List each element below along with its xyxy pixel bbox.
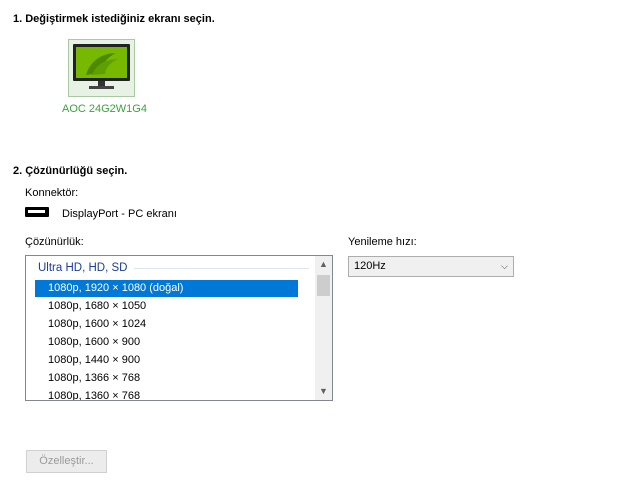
chevron-down-icon: ⌵ [501,261,508,271]
scroll-thumb[interactable] [317,275,330,296]
list-scrollbar[interactable]: ▲ ▼ [315,256,332,400]
resolution-item[interactable]: 1080p, 1360 × 768 [35,388,298,400]
resolution-item[interactable]: 1080p, 1600 × 900 [35,334,298,351]
resolution-group-header: Ultra HD, HD, SD [38,262,128,274]
resolution-list[interactable]: Ultra HD, HD, SD 1080p, 1920 × 1080 (doğ… [25,255,333,401]
resolution-item[interactable]: 1080p, 1680 × 1050 [35,298,298,315]
connector-value: DisplayPort - PC ekranı [62,208,177,220]
group-divider [134,268,309,269]
resolution-item[interactable]: 1080p, 1366 × 768 [35,370,298,387]
resolution-label: Çözünürlük: [25,236,84,248]
scroll-up-icon[interactable]: ▲ [315,256,332,273]
refresh-rate-value: 120Hz [354,260,386,272]
monitor-tile[interactable] [68,39,135,97]
resolution-item[interactable]: 1080p, 1920 × 1080 (doğal) [35,280,298,297]
resolution-item[interactable]: 1080p, 1440 × 900 [35,352,298,369]
refresh-label: Yenileme hızı: [348,236,417,248]
customize-button[interactable]: Özelleştir... [26,450,107,473]
nvidia-monitor-icon [73,44,130,89]
step2-heading: 2. Çözünürlüğü seçin. [13,165,128,177]
scroll-down-icon[interactable]: ▼ [315,383,332,400]
displayport-icon [25,207,49,217]
monitor-name[interactable]: AOC 24G2W1G4 [62,103,147,115]
step1-heading: 1. Değiştirmek istediğiniz ekranı seçin. [13,13,215,25]
connector-label: Konnektör: [25,187,79,199]
resolution-item[interactable]: 1080p, 1600 × 1024 [35,316,298,333]
refresh-rate-select[interactable]: 120Hz ⌵ [348,256,514,277]
